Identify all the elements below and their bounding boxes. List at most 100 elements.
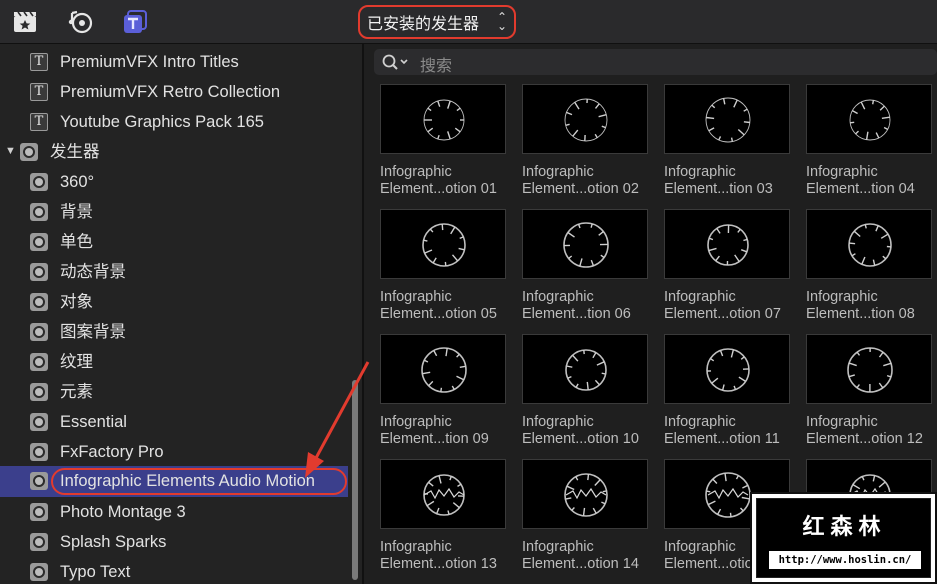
media-browser-icon[interactable] bbox=[12, 9, 38, 35]
generator-icon bbox=[30, 503, 48, 521]
generator-icon bbox=[30, 563, 48, 581]
sidebar-group-generators[interactable]: ▼ 发生器 bbox=[0, 137, 348, 167]
sidebar-item-label: FxFactory Pro bbox=[60, 443, 164, 461]
clip-thumbnail[interactable] bbox=[522, 209, 648, 279]
clip-caption: Infographic Element...otion 12 bbox=[806, 414, 937, 448]
clip-thumbnail[interactable] bbox=[380, 209, 506, 279]
sidebar-item[interactable]: 元素 bbox=[0, 377, 348, 407]
clip-caption-line2: Element...otion 12 bbox=[806, 431, 923, 447]
watermark-url: http://www.hoslin.cn/ bbox=[769, 551, 921, 569]
clip-caption-line1: Infographic bbox=[806, 414, 878, 430]
sidebar-item[interactable]: 背景 bbox=[0, 197, 348, 227]
clip-caption-line2: Element...otion 14 bbox=[522, 556, 639, 572]
clip-thumbnail[interactable] bbox=[522, 84, 648, 154]
clip-caption-line2: Element...otion 05 bbox=[380, 306, 497, 322]
clip-caption-line2: Element...otion 07 bbox=[664, 306, 781, 322]
clip-thumbnail[interactable] bbox=[664, 334, 790, 404]
sidebar-item-selected[interactable]: Infographic Elements Audio Motion bbox=[0, 466, 348, 497]
audio-ring-graphic bbox=[564, 98, 608, 142]
sidebar-item-label: Infographic Elements Audio Motion bbox=[60, 472, 315, 490]
clip-caption-line2: Element...tion 06 bbox=[522, 306, 631, 322]
clip-thumbnail[interactable] bbox=[664, 209, 790, 279]
clip-caption: Infographic Element...tion 04 bbox=[806, 164, 937, 198]
title-icon: T bbox=[30, 53, 48, 71]
generator-icon bbox=[30, 443, 48, 461]
clip-caption-line1: Infographic bbox=[380, 539, 452, 555]
clip-caption: Infographic Element...otion 01 bbox=[380, 164, 520, 198]
audio-ring-graphic bbox=[423, 474, 465, 516]
sidebar-item[interactable]: 图案背景 bbox=[0, 317, 348, 347]
generator-icon bbox=[30, 203, 48, 221]
clip-caption: Infographic Element...otion 05 bbox=[380, 289, 520, 323]
browser-source-select[interactable]: 已安装的发生器 ⌃ ⌄ bbox=[358, 5, 516, 39]
title-icon: T bbox=[30, 83, 48, 101]
sidebar-item-label: Essential bbox=[60, 413, 127, 431]
sidebar-item[interactable]: T Youtube Graphics Pack 165 bbox=[0, 107, 348, 137]
clip-caption-line1: Infographic bbox=[380, 289, 452, 305]
clip-caption: Infographic Element...tion 06 bbox=[522, 289, 662, 323]
clip-thumbnail[interactable] bbox=[380, 334, 506, 404]
sidebar-item[interactable]: Splash Sparks bbox=[0, 527, 348, 557]
sidebar-item[interactable]: Essential bbox=[0, 407, 348, 437]
sidebar-item-label: 元素 bbox=[60, 383, 93, 401]
sidebar-item[interactable]: 单色 bbox=[0, 227, 348, 257]
generator-icon bbox=[30, 533, 48, 551]
generator-icon bbox=[30, 353, 48, 371]
clip-caption-line1: Infographic bbox=[664, 164, 736, 180]
clip-caption-line1: Infographic bbox=[664, 414, 736, 430]
audio-ring-graphic bbox=[563, 222, 609, 268]
generator-icon bbox=[30, 233, 48, 251]
generator-icon bbox=[30, 383, 48, 401]
clip-thumbnail[interactable] bbox=[806, 334, 932, 404]
clip-caption-line2: Element...tion 08 bbox=[806, 306, 915, 322]
generator-icon bbox=[20, 143, 38, 161]
sidebar-item-label: Photo Montage 3 bbox=[60, 503, 186, 521]
audio-ring-graphic bbox=[565, 349, 607, 391]
sidebar-item-label: 纹理 bbox=[60, 353, 93, 371]
generator-icon bbox=[30, 263, 48, 281]
clip-caption-line1: Infographic bbox=[522, 414, 594, 430]
clip-thumbnail[interactable] bbox=[522, 334, 648, 404]
sidebar-scrollbar-thumb[interactable] bbox=[352, 380, 358, 580]
sidebar: T PremiumVFX Intro Titles T PremiumVFX R… bbox=[0, 44, 362, 584]
clip-thumbnail[interactable] bbox=[806, 84, 932, 154]
clip-caption: Infographic Element...tion 08 bbox=[806, 289, 937, 323]
clip-thumbnail[interactable] bbox=[664, 84, 790, 154]
generator-icon bbox=[30, 323, 48, 341]
sidebar-item[interactable]: T PremiumVFX Retro Collection bbox=[0, 77, 348, 107]
sidebar-item[interactable]: Typo Text bbox=[0, 557, 348, 584]
audio-ring-graphic bbox=[706, 348, 750, 392]
sidebar-item[interactable]: 对象 bbox=[0, 287, 348, 317]
disclosure-triangle-icon[interactable]: ▼ bbox=[5, 145, 16, 157]
sidebar-item[interactable]: 动态背景 bbox=[0, 257, 348, 287]
generator-icon bbox=[30, 173, 48, 191]
titles-generators-icon[interactable] bbox=[122, 9, 148, 35]
sidebar-item[interactable]: 纹理 bbox=[0, 347, 348, 377]
clip-thumbnail[interactable] bbox=[380, 459, 506, 529]
search-field[interactable]: 搜索 bbox=[374, 49, 937, 75]
clip-caption-line2: Element...otion 02 bbox=[522, 181, 639, 197]
photos-audio-icon[interactable] bbox=[68, 9, 94, 35]
clip-caption-line1: Infographic bbox=[380, 164, 452, 180]
clip-thumbnail[interactable] bbox=[380, 84, 506, 154]
sidebar-item[interactable]: FxFactory Pro bbox=[0, 437, 348, 467]
clip-caption-line1: Infographic bbox=[522, 164, 594, 180]
sidebar-item[interactable]: 360° bbox=[0, 167, 348, 197]
sidebar-item-label: 背景 bbox=[60, 203, 93, 221]
clip-caption-line1: Infographic bbox=[522, 289, 594, 305]
search-icon[interactable] bbox=[381, 53, 411, 71]
sidebar-item-label: Youtube Graphics Pack 165 bbox=[60, 113, 264, 131]
clip-caption: Infographic Element...otion 02 bbox=[522, 164, 662, 198]
sidebar-item[interactable]: T PremiumVFX Intro Titles bbox=[0, 47, 348, 77]
clip-caption-line2: Element...tion 03 bbox=[664, 181, 773, 197]
clip-thumbnail[interactable] bbox=[522, 459, 648, 529]
clip-caption-line2: Element...tion 04 bbox=[806, 181, 915, 197]
clip-caption: Infographic Element...otion 14 bbox=[522, 539, 662, 573]
clip-caption-line1: Infographic bbox=[806, 164, 878, 180]
clip-caption-line1: Infographic bbox=[522, 539, 594, 555]
audio-ring-graphic bbox=[849, 99, 891, 141]
clip-caption: Infographic Element...otion 11 bbox=[664, 414, 804, 448]
clip-thumbnail[interactable] bbox=[806, 209, 932, 279]
browser-source-label: 已安装的发生器 bbox=[367, 14, 480, 33]
sidebar-item[interactable]: Photo Montage 3 bbox=[0, 497, 348, 527]
